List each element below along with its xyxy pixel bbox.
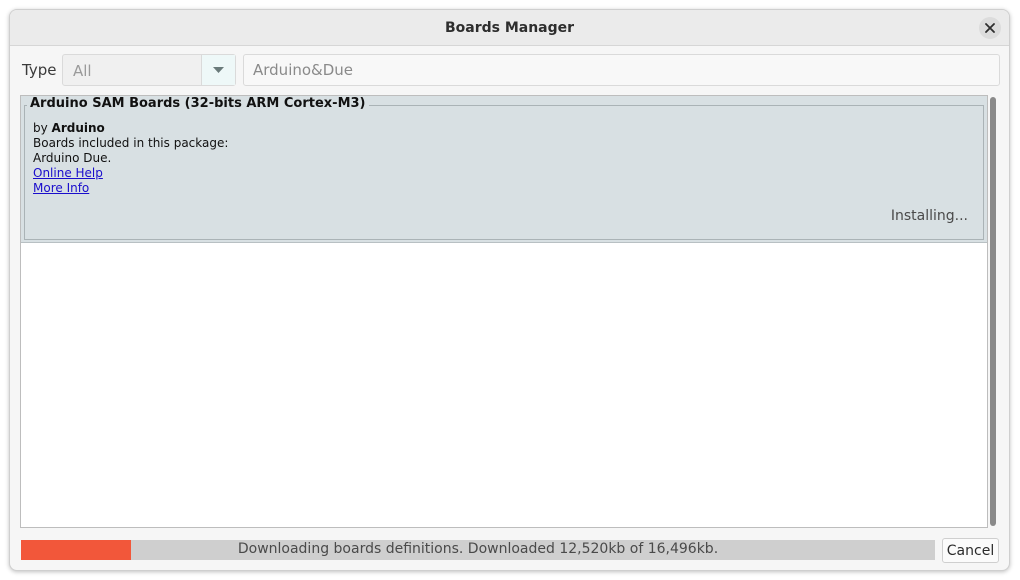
close-button[interactable]	[979, 17, 1001, 39]
more-info-link[interactable]: More Info	[33, 181, 89, 195]
scrollbar-thumb[interactable]	[990, 97, 996, 526]
progress-text: Downloading boards definitions. Download…	[237, 541, 719, 557]
package-author: Arduino	[51, 121, 105, 135]
chevron-down-icon	[213, 67, 224, 73]
install-status: Installing...	[890, 208, 968, 224]
package-title: Arduino SAM Boards (32-bits ARM Cortex-M…	[27, 96, 369, 111]
close-icon	[985, 23, 995, 33]
author-prefix: by	[33, 121, 52, 135]
package-author-line: by Arduino	[33, 121, 228, 136]
package-card[interactable]: Arduino SAM Boards (32-bits ARM Cortex-M…	[21, 96, 987, 243]
boards-manager-window: Boards Manager Type All Arduino SAM Boar…	[9, 9, 1010, 571]
package-list: Arduino SAM Boards (32-bits ARM Cortex-M…	[20, 95, 988, 528]
download-progress-bar: Downloading boards definitions. Download…	[21, 540, 935, 560]
cancel-button[interactable]: Cancel	[942, 538, 999, 563]
filter-row: Type All	[22, 54, 1000, 86]
online-help-link[interactable]: Online Help	[33, 166, 103, 180]
boards-list: Arduino Due.	[33, 151, 112, 165]
type-select-value: All	[73, 62, 92, 80]
title-bar: Boards Manager	[10, 10, 1009, 46]
window-title: Boards Manager	[444, 19, 575, 36]
search-input[interactable]	[243, 54, 1000, 86]
status-row: Downloading boards definitions. Download…	[20, 538, 999, 564]
type-select[interactable]: All	[62, 54, 236, 86]
type-label: Type	[22, 61, 57, 79]
package-details: by Arduino Boards included in this packa…	[33, 121, 228, 196]
list-scrollbar[interactable]	[990, 97, 998, 526]
boards-included-label: Boards included in this package:	[33, 136, 229, 150]
type-dropdown-button[interactable]	[201, 55, 235, 85]
